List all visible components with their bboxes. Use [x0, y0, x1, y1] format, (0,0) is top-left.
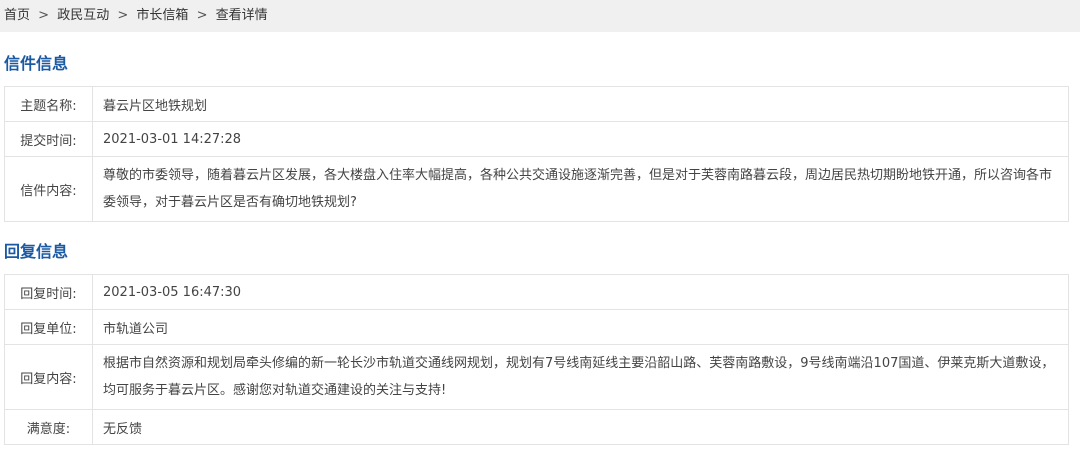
breadcrumb-separator: >: [117, 8, 129, 23]
subject-value: 暮云片区地铁规划: [92, 86, 1069, 122]
letter-section-title: 信件信息: [4, 54, 69, 73]
letter-content-label: 信件内容:: [4, 156, 93, 222]
reply-time-value: 2021-03-05 16:47:30: [92, 274, 1069, 310]
table-row: 回复单位: 市轨道公司: [4, 309, 1069, 345]
table-row: 主题名称: 暮云片区地铁规划: [4, 86, 1069, 122]
reply-content-value: 根据市自然资源和规划局牵头修编的新一轮长沙市轨道交通线网规划，规划有7号线南延线…: [92, 344, 1069, 410]
reply-unit-value: 市轨道公司: [92, 309, 1069, 345]
letter-content-value: 尊敬的市委领导，随着暮云片区发展，各大楼盘入住率大幅提高，各种公共交通设施逐渐完…: [92, 156, 1069, 222]
breadcrumb-interaction-link[interactable]: 政民互动: [57, 8, 109, 23]
table-row: 回复内容: 根据市自然资源和规划局牵头修编的新一轮长沙市轨道交通线网规划，规划有…: [4, 344, 1069, 410]
reply-info-table: 回复时间: 2021-03-05 16:47:30 回复单位: 市轨道公司 回复…: [4, 274, 1069, 445]
reply-unit-label: 回复单位:: [4, 309, 93, 345]
table-row: 信件内容: 尊敬的市委领导，随着暮云片区发展，各大楼盘入住率大幅提高，各种公共交…: [4, 156, 1069, 222]
breadcrumb: 首页 > 政民互动 > 市长信箱 > 查看详情: [0, 0, 1080, 32]
subject-label: 主题名称:: [4, 86, 93, 122]
satisfaction-label: 满意度:: [4, 409, 93, 445]
breadcrumb-mailbox-link[interactable]: 市长信箱: [136, 8, 188, 23]
table-row: 提交时间: 2021-03-01 14:27:28: [4, 121, 1069, 157]
reply-section-title: 回复信息: [4, 242, 69, 261]
letter-info-table: 主题名称: 暮云片区地铁规划 提交时间: 2021-03-01 14:27:28…: [4, 86, 1069, 222]
submit-time-value: 2021-03-01 14:27:28: [92, 121, 1069, 157]
table-row: 回复时间: 2021-03-05 16:47:30: [4, 274, 1069, 310]
submit-time-label: 提交时间:: [4, 121, 93, 157]
breadcrumb-current: 查看详情: [215, 8, 268, 23]
reply-time-label: 回复时间:: [4, 274, 93, 310]
table-row: 满意度: 无反馈: [4, 409, 1069, 445]
breadcrumb-home-link[interactable]: 首页: [4, 8, 30, 23]
breadcrumb-separator: >: [196, 8, 208, 23]
satisfaction-value: 无反馈: [92, 409, 1069, 445]
reply-content-label: 回复内容:: [4, 344, 93, 410]
breadcrumb-separator: >: [38, 8, 50, 23]
